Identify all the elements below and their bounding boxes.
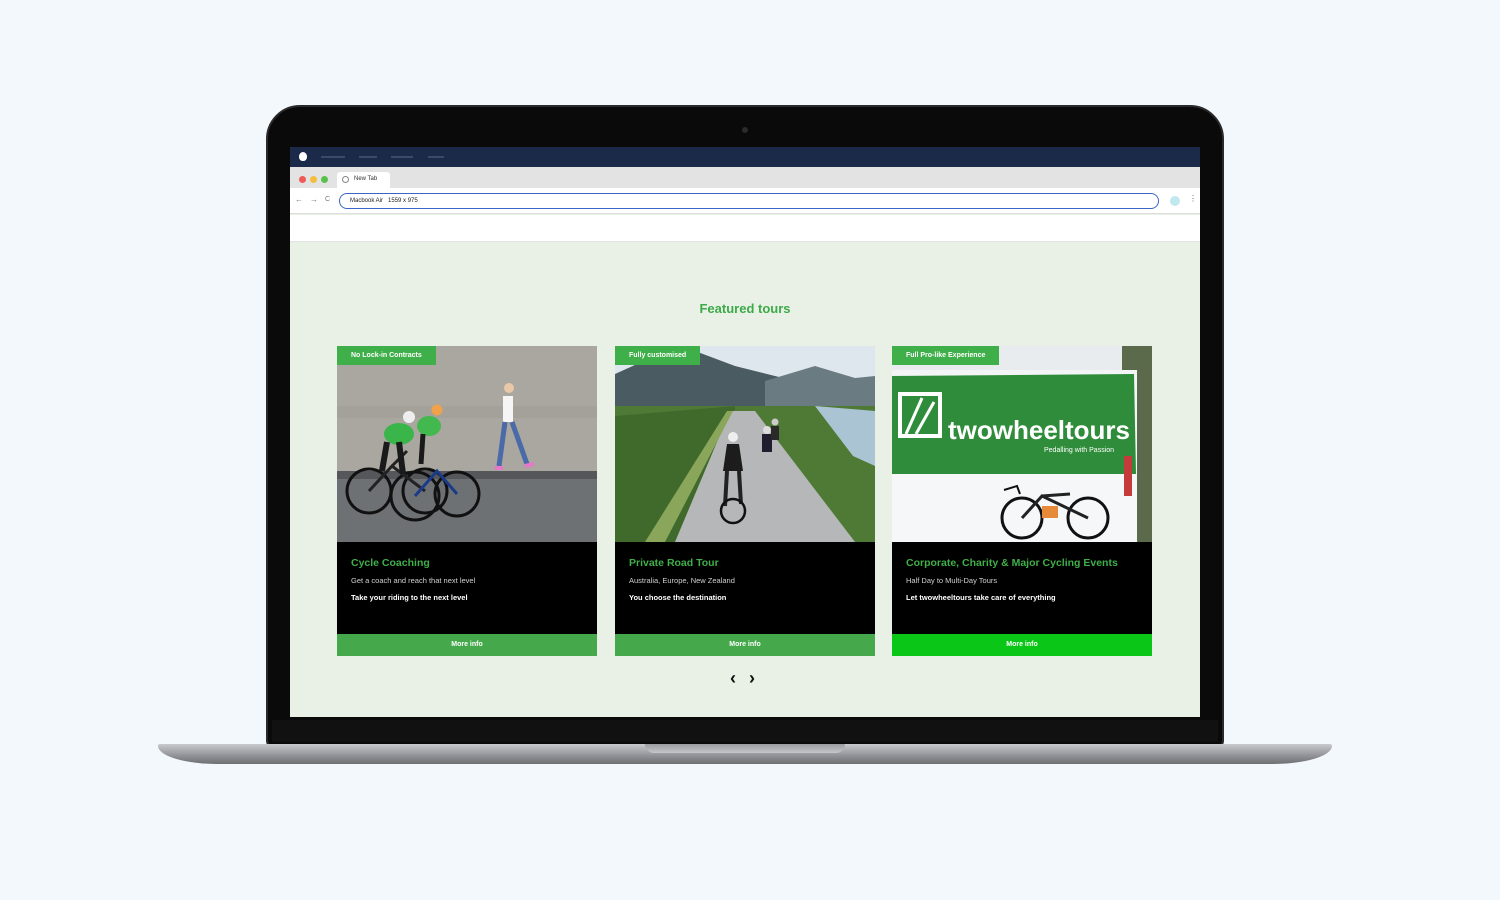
card-badge: Fully customised [615, 346, 701, 365]
menu-item[interactable] [391, 156, 413, 158]
tab-title: New Tab [354, 176, 378, 182]
banner-slogan: Pedalling with Passion [1044, 447, 1114, 454]
camera [742, 127, 748, 133]
team-van-photo: twowheeltours Pedalling with Passion [892, 346, 1152, 542]
card-tagline: Let twowheeltours take care of everythin… [906, 593, 1056, 602]
card-tagline: Take your riding to the next level [351, 593, 468, 602]
carousel-prev-icon[interactable]: ‹ [730, 669, 736, 687]
browser-tab[interactable]: New Tab [337, 172, 390, 188]
forward-icon[interactable]: → [310, 196, 318, 204]
section-title: Featured tours [699, 301, 791, 316]
tab-strip [290, 167, 1200, 188]
maximize-window-icon[interactable] [321, 176, 328, 183]
menu-item[interactable] [321, 156, 345, 158]
reload-icon[interactable]: C [325, 196, 330, 204]
cyclists-photo [337, 346, 597, 542]
menu-item[interactable] [428, 156, 444, 158]
close-window-icon[interactable] [299, 176, 306, 183]
profile-icon[interactable] [1170, 196, 1180, 206]
back-icon[interactable]: ← [295, 196, 303, 204]
laptop-notch [645, 744, 845, 753]
card-subtitle: Australia, Europe, New Zealand [629, 576, 735, 585]
laptop-chin [272, 720, 1218, 742]
card-heading[interactable]: Corporate, Charity & Major Cycling Event… [906, 557, 1118, 569]
card-tagline: You choose the destination [629, 593, 727, 602]
address-bar[interactable]: Macbook Air 1559 x 975 [339, 193, 1159, 209]
more-info-button[interactable]: More info [892, 634, 1152, 656]
card-badge: No Lock-in Contracts [337, 346, 436, 365]
road-tour-photo [615, 346, 875, 542]
card-heading[interactable]: Cycle Coaching [351, 557, 430, 569]
screen: New Tab ← → C Macbook Air 1559 x 975 ⋮ F… [290, 147, 1200, 717]
more-info-button[interactable]: More info [615, 634, 875, 656]
card-heading[interactable]: Private Road Tour [629, 557, 719, 569]
more-info-button[interactable]: More info [337, 634, 597, 656]
tour-card-corporate: twowheeltours Pedalling with Passion Ful… [892, 346, 1152, 656]
apple-icon[interactable] [299, 152, 307, 161]
tour-card-private-road: Fully customised Private Road Tour Austr… [615, 346, 875, 656]
card-subtitle: Half Day to Multi-Day Tours [906, 576, 998, 585]
tour-card-coaching: No Lock-in Contracts Cycle Coaching Get … [337, 346, 597, 656]
page-header-strip [290, 215, 1200, 242]
globe-icon [342, 176, 349, 183]
banner-brand: twowheeltours [948, 415, 1130, 445]
card-subtitle: Get a coach and reach that next level [351, 576, 476, 585]
more-menu-icon[interactable]: ⋮ [1189, 194, 1197, 203]
menu-item[interactable] [359, 156, 377, 158]
mac-menubar [290, 147, 1200, 167]
address-text: Macbook Air 1559 x 975 [350, 198, 418, 204]
card-badge: Full Pro-like Experience [892, 346, 1000, 365]
minimize-window-icon[interactable] [310, 176, 317, 183]
carousel-next-icon[interactable]: › [749, 669, 755, 687]
browser-toolbar: ← → C Macbook Air 1559 x 975 ⋮ [290, 188, 1200, 214]
